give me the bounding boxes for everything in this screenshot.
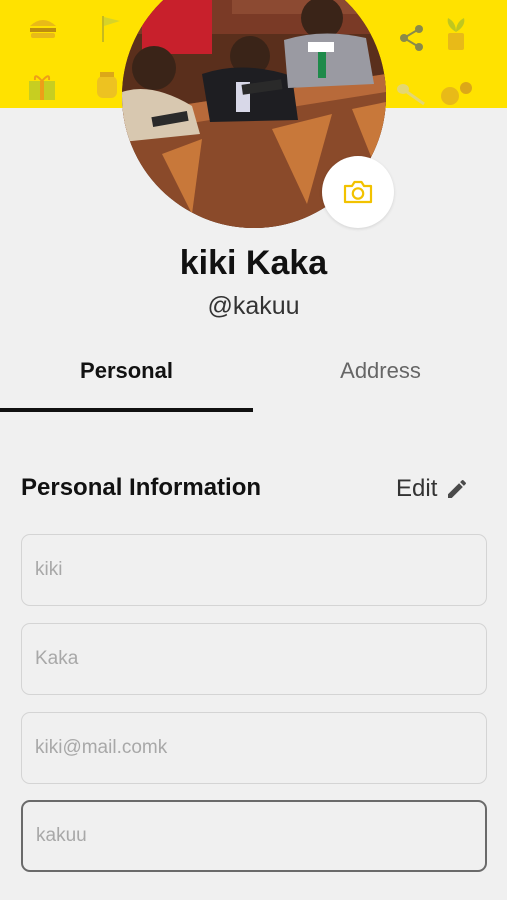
tab-address[interactable]: Address bbox=[254, 352, 507, 412]
username-field[interactable]: kakuu bbox=[21, 800, 487, 872]
email-value: kiki@mail.comk bbox=[35, 737, 168, 758]
flag-icon bbox=[102, 16, 120, 42]
profile-username: @kakuu bbox=[207, 292, 300, 320]
share-button[interactable] bbox=[396, 22, 428, 54]
first-name-value: kiki bbox=[35, 559, 63, 580]
active-tab-indicator bbox=[0, 408, 253, 412]
share-icon bbox=[400, 25, 423, 51]
profile-name: kiki Kaka bbox=[179, 244, 328, 282]
section-title: Personal Information bbox=[21, 474, 262, 501]
edit-button[interactable]: Edit bbox=[396, 472, 469, 506]
last-name-field[interactable]: Kaka bbox=[21, 623, 487, 695]
change-photo-button[interactable] bbox=[322, 156, 394, 228]
plant-icon bbox=[447, 18, 465, 50]
pencil-icon bbox=[448, 479, 467, 498]
first-name-field[interactable]: kiki bbox=[21, 534, 487, 606]
email-field[interactable]: kiki@mail.comk bbox=[21, 712, 487, 784]
burger-icon bbox=[30, 20, 56, 38]
last-name-value: Kaka bbox=[35, 648, 79, 669]
gift-icon bbox=[29, 75, 55, 100]
tab-address-label: Address bbox=[340, 358, 421, 383]
edit-label: Edit bbox=[396, 475, 438, 502]
username-value: kakuu bbox=[36, 825, 87, 846]
jar-icon bbox=[97, 72, 117, 98]
spoon-icon bbox=[397, 84, 425, 106]
camera-icon bbox=[343, 180, 373, 204]
tab-personal-label: Personal bbox=[80, 358, 173, 383]
tab-personal[interactable]: Personal bbox=[0, 352, 253, 412]
toast-icon bbox=[441, 82, 472, 105]
